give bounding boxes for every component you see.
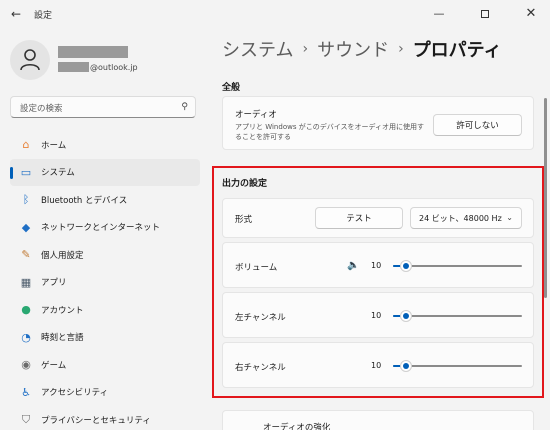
app-title: 設定 <box>34 11 53 21</box>
sidebar-item-label: アプリ <box>41 278 67 289</box>
breadcrumb-separator: › <box>302 41 309 57</box>
breadcrumb-sound[interactable]: サウンド <box>317 36 389 62</box>
page-title: プロパティ <box>412 40 502 61</box>
account-icon: ● <box>21 303 31 317</box>
chevron-down-icon: ⌄ <box>506 213 513 222</box>
sidebar-item[interactable]: ♿ アクセシビリティ <box>10 379 200 407</box>
maximize-button[interactable] <box>462 0 508 28</box>
audio-allow-card: オーディオ アプリと Windows がこのデバイスをオーディオ用に使用すること… <box>222 96 534 150</box>
volume-slider[interactable] <box>393 260 522 272</box>
sidebar-item-label: システム <box>41 168 75 179</box>
sidebar-item-label: Bluetooth とデバイス <box>41 195 128 206</box>
sidebar-item[interactable]: ● アカウント <box>10 296 200 324</box>
maximize-icon <box>481 10 489 18</box>
left-channel-value: 10 <box>371 311 382 320</box>
close-button[interactable]: ✕ <box>508 0 550 28</box>
sidebar-item[interactable]: ▭ システム <box>10 158 200 186</box>
wifi-icon: ◆ <box>21 220 31 234</box>
slider-track <box>393 365 522 367</box>
volume-value: 10 <box>371 261 382 270</box>
test-button[interactable]: テスト <box>315 207 403 229</box>
user-email: @outlook.jp <box>58 61 138 73</box>
user-name-redacted <box>58 46 128 58</box>
sidebar-item[interactable]: ⛉ プライバシーとセキュリティ <box>10 406 200 430</box>
sidebar-item-label: 時刻と言語 <box>41 333 84 344</box>
sidebar-item[interactable]: ◔ 時刻と言語 <box>10 324 200 352</box>
section-heading-output: 出力の設定 <box>222 179 268 189</box>
gamepad-icon: ◉ <box>21 358 31 372</box>
search-icon: ⚲ <box>181 102 188 112</box>
sidebar-item-label: ホーム <box>41 140 67 151</box>
sidebar-item-label: プライバシーとセキュリティ <box>41 415 151 426</box>
bluetooth-icon: ᛒ <box>22 193 30 207</box>
accessibility-icon: ♿ <box>21 385 31 399</box>
sidebar-item-label: アカウント <box>41 305 84 316</box>
slider-thumb[interactable] <box>399 260 412 272</box>
sidebar-item[interactable]: ᛒ Bluetooth とデバイス <box>10 186 200 214</box>
deny-button[interactable]: 許可しない <box>433 114 522 136</box>
globe-clock-icon: ◔ <box>21 330 31 344</box>
sidebar-item[interactable]: ✎ 個人用設定 <box>10 241 200 269</box>
right-channel-row: 右チャンネル 10 <box>222 342 534 388</box>
audio-title: オーディオ <box>235 110 277 120</box>
sidebar-nav: ⌂ ホーム ▭ システム ᛒ Bluetooth とデバイス ◆ ネットワークとインターネット… <box>10 131 200 430</box>
back-arrow-icon[interactable]: ← <box>8 6 24 22</box>
left-channel-row: 左チャンネル 10 <box>222 292 534 338</box>
scrollbar[interactable] <box>544 98 547 298</box>
sidebar-item-label: 個人用設定 <box>41 250 84 261</box>
sidebar-item[interactable]: ◆ ネットワークとインターネット <box>10 214 200 242</box>
format-label: 形式 <box>235 215 253 225</box>
left-channel-slider[interactable] <box>393 310 522 322</box>
audio-enhancements-title: オーディオの強化 <box>263 423 331 430</box>
breadcrumb: システム › サウンド › プロパティ <box>222 36 502 62</box>
speaker-icon[interactable]: 🔈 <box>347 260 359 271</box>
volume-label: ボリューム <box>235 263 278 273</box>
section-heading-general: 全般 <box>222 83 241 93</box>
breadcrumb-separator: › <box>398 41 404 57</box>
shield-icon: ⛉ <box>21 412 31 426</box>
left-channel-label: 左チャンネル <box>235 313 286 323</box>
format-value: 24 ビット、48000 Hz <box>419 213 502 223</box>
slider-track <box>393 265 522 267</box>
audio-enhancements-card[interactable]: オーディオの強化 <box>222 410 534 430</box>
sidebar-item[interactable]: ⌂ ホーム <box>10 131 200 159</box>
sidebar-item-label: ネットワークとインターネット <box>41 223 161 234</box>
right-channel-label: 右チャンネル <box>235 363 286 373</box>
minimize-button[interactable]: — <box>416 0 462 28</box>
sidebar-item-label: アクセシビリティ <box>41 388 109 399</box>
title-bar: ← 設定 — ✕ <box>0 0 550 30</box>
format-row: 形式 テスト 24 ビット、48000 Hz ⌄ <box>222 198 534 238</box>
apps-icon: ▦ <box>20 275 32 289</box>
sidebar-item-label: ゲーム <box>41 360 67 371</box>
search-input[interactable]: 設定の検索 <box>20 102 63 114</box>
format-dropdown[interactable]: 24 ビット、48000 Hz ⌄ <box>410 207 522 229</box>
person-icon <box>20 49 40 71</box>
monitor-icon: ▭ <box>20 165 32 179</box>
slider-thumb[interactable] <box>399 310 412 322</box>
slider-track <box>393 315 522 317</box>
brush-icon: ✎ <box>21 248 31 262</box>
email-redacted <box>58 62 89 72</box>
avatar[interactable] <box>10 40 50 80</box>
search-box[interactable]: 設定の検索 ⚲ <box>10 96 196 118</box>
audio-description: アプリと Windows がこのデバイスをオーディオ用に使用することを許可する <box>235 123 424 141</box>
slider-thumb[interactable] <box>399 360 412 372</box>
right-channel-value: 10 <box>371 361 382 370</box>
breadcrumb-system[interactable]: システム <box>222 36 293 62</box>
home-icon: ⌂ <box>22 138 30 152</box>
email-suffix: @outlook.jp <box>90 62 138 72</box>
right-channel-slider[interactable] <box>393 360 522 372</box>
volume-row: ボリューム 🔈 10 <box>222 242 534 288</box>
sidebar-item[interactable]: ▦ アプリ <box>10 269 200 297</box>
sidebar-item[interactable]: ◉ ゲーム <box>10 351 200 379</box>
